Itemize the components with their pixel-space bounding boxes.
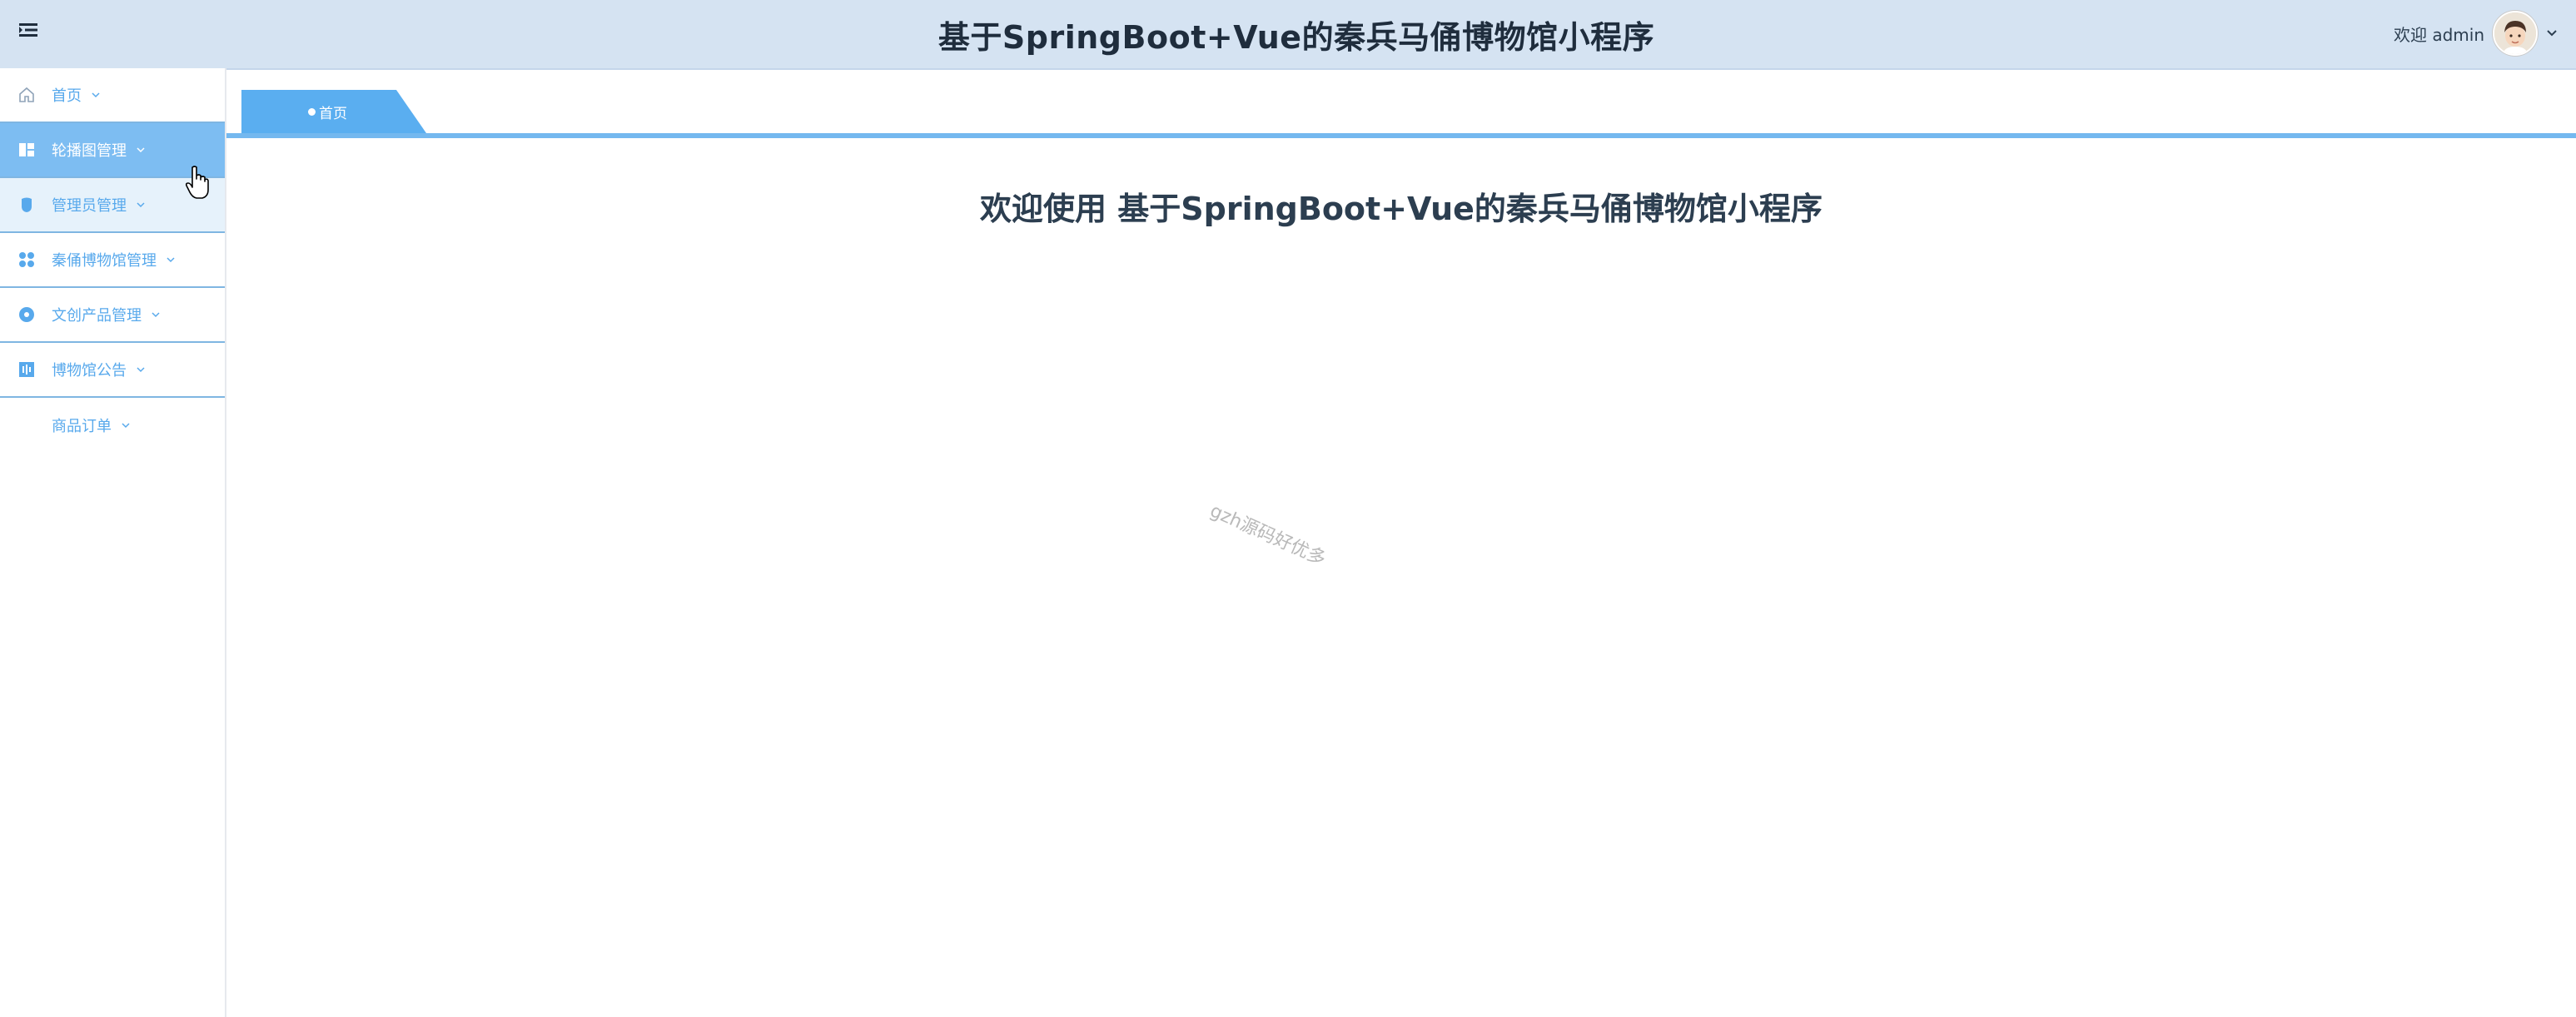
welcome-user-text: 欢迎 admin xyxy=(2393,24,2484,45)
chevron-down-icon xyxy=(152,312,160,318)
chevron-down-icon xyxy=(167,257,175,263)
tab-label: 首页 xyxy=(319,105,347,122)
sidebar-item-label: 秦俑博物馆管理 xyxy=(52,252,157,270)
notice-icon xyxy=(17,360,37,380)
chevron-down-icon xyxy=(137,367,145,373)
sidebar-item-carousel[interactable]: 轮播图管理 xyxy=(0,123,225,178)
sidebar-item-label: 首页 xyxy=(52,87,82,105)
chevron-down-icon xyxy=(137,202,145,208)
active-dot-icon xyxy=(308,107,316,116)
sidebar-item-home[interactable]: 首页 xyxy=(0,68,225,123)
watermark: gzh源码好优多 xyxy=(1206,500,1330,571)
chevron-down-icon xyxy=(137,147,145,153)
sidebar-item-label: 文创产品管理 xyxy=(52,307,142,325)
chevron-down-icon xyxy=(122,423,130,429)
tab-underline xyxy=(226,133,2576,138)
sidebar-item-label: 商品订单 xyxy=(52,418,112,435)
sidebar-item-products[interactable]: 文创产品管理 xyxy=(0,288,225,343)
sidebar-item-label: 轮播图管理 xyxy=(52,142,127,160)
sidebar: 首页 轮播图管理 管理员管理 秦俑博物馆管理 文创产品管理 博物馆公告 商品订单 xyxy=(0,68,226,1017)
top-header: 基于SpringBoot+Vue的秦兵马俑博物馆小程序 欢迎 admin xyxy=(0,0,2576,70)
sidebar-item-label: 管理员管理 xyxy=(52,197,127,215)
sidebar-item-label: 博物馆公告 xyxy=(52,362,127,380)
user-menu[interactable]: 欢迎 admin xyxy=(2394,8,2559,58)
user-avatar[interactable] xyxy=(2493,11,2538,56)
admin-icon xyxy=(17,195,37,215)
sidebar-item-notice[interactable]: 博物馆公告 xyxy=(0,343,225,398)
product-icon xyxy=(17,305,37,325)
chevron-down-icon xyxy=(92,92,100,98)
sidebar-item-museum[interactable]: 秦俑博物馆管理 xyxy=(0,233,225,288)
welcome-heading: 欢迎使用 基于SpringBoot+Vue的秦兵马俑博物馆小程序 xyxy=(980,191,1823,227)
tab-home[interactable]: 首页 xyxy=(241,90,426,133)
app-title: 基于SpringBoot+Vue的秦兵马俑博物馆小程序 xyxy=(937,19,1655,56)
sidebar-item-orders[interactable]: 商品订单 xyxy=(0,398,225,453)
sidebar-item-admin[interactable]: 管理员管理 xyxy=(0,178,225,233)
carousel-icon xyxy=(17,140,37,160)
chevron-down-icon[interactable] xyxy=(2544,26,2559,41)
grid-apps-icon xyxy=(17,250,37,270)
tabs-bar: 首页 xyxy=(226,68,2576,140)
home-icon xyxy=(17,85,37,105)
